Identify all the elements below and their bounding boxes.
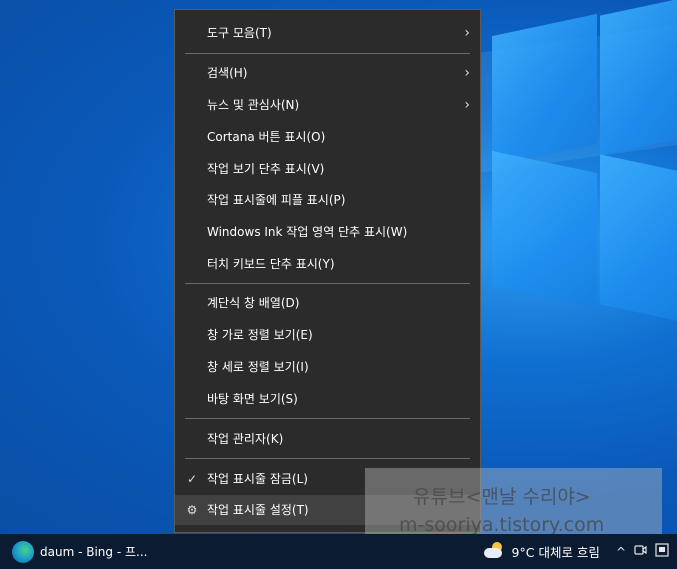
weather-cloud-icon[interactable] bbox=[483, 541, 504, 559]
weather-text[interactable]: 9°C 대체로 흐림 bbox=[512, 542, 600, 561]
taskbar-context-menu: 도구 모음(T) › 검색(H) › 뉴스 및 관심사(N) › Cortana… bbox=[174, 9, 481, 533]
chevron-right-icon: › bbox=[464, 25, 470, 41]
menu-item-touch-keyboard-label: 터치 키보드 단추 표시(Y) bbox=[207, 257, 335, 271]
menu-item-search-label: 검색(H) bbox=[207, 66, 248, 80]
watermark-url: m-sooriya.tistory.com bbox=[399, 514, 605, 536]
menu-item-task-view[interactable]: 작업 보기 단추 표시(V) bbox=[175, 154, 480, 184]
menu-item-cascade-label: 계단식 창 배열(D) bbox=[207, 296, 300, 310]
logo-pane-top-right bbox=[600, 0, 677, 156]
menu-item-task-manager[interactable]: 작업 관리자(K) bbox=[175, 424, 480, 454]
menu-item-task-view-label: 작업 보기 단추 표시(V) bbox=[207, 162, 325, 176]
gear-icon: ⚙ bbox=[186, 503, 198, 517]
menu-separator bbox=[185, 418, 470, 419]
menu-item-windows-ink-label: Windows Ink 작업 영역 단추 표시(W) bbox=[207, 225, 408, 239]
chevron-right-icon: › bbox=[464, 65, 470, 81]
check-icon: ✓ bbox=[186, 472, 198, 486]
menu-item-side-by-side[interactable]: 창 세로 정렬 보기(I) bbox=[175, 352, 480, 382]
menu-item-news-label: 뉴스 및 관심사(N) bbox=[207, 98, 300, 112]
menu-item-people-label: 작업 표시줄에 피플 표시(P) bbox=[207, 193, 346, 207]
menu-separator bbox=[185, 283, 470, 284]
menu-item-cascade[interactable]: 계단식 창 배열(D) bbox=[175, 288, 480, 318]
menu-separator bbox=[185, 53, 470, 54]
menu-item-search[interactable]: 검색(H) › bbox=[175, 58, 480, 88]
menu-item-people[interactable]: 작업 표시줄에 피플 표시(P) bbox=[175, 185, 480, 215]
notification-icon[interactable] bbox=[655, 543, 669, 560]
logo-pane-bottom-left bbox=[492, 150, 597, 309]
meet-now-icon[interactable] bbox=[634, 544, 647, 559]
watermark-title: 유튜브<맨날 수리야> bbox=[413, 486, 591, 508]
system-tray: 9°C 대체로 흐림 ^ bbox=[483, 534, 677, 569]
menu-item-news[interactable]: 뉴스 및 관심사(N) › bbox=[175, 90, 480, 120]
logo-pane-top-left bbox=[492, 13, 597, 167]
menu-separator bbox=[185, 458, 470, 459]
menu-item-task-manager-label: 작업 관리자(K) bbox=[207, 432, 284, 446]
menu-item-stack-label: 창 가로 정렬 보기(E) bbox=[207, 328, 313, 342]
chevron-right-icon: › bbox=[464, 97, 470, 113]
edge-browser-icon bbox=[12, 540, 34, 563]
menu-item-touch-keyboard[interactable]: 터치 키보드 단추 표시(Y) bbox=[175, 249, 480, 279]
menu-item-taskbar-settings-label: 작업 표시줄 설정(T) bbox=[207, 503, 309, 517]
menu-item-windows-ink[interactable]: Windows Ink 작업 영역 단추 표시(W) bbox=[175, 217, 480, 247]
menu-item-show-desktop[interactable]: 바탕 화면 보기(S) bbox=[175, 384, 480, 414]
menu-item-lock-taskbar-label: 작업 표시줄 잠금(L) bbox=[207, 472, 308, 486]
chevron-up-icon[interactable]: ^ bbox=[616, 545, 626, 559]
menu-item-side-by-side-label: 창 세로 정렬 보기(I) bbox=[207, 360, 309, 374]
menu-item-toolbars-label: 도구 모음(T) bbox=[207, 26, 272, 40]
menu-item-stack[interactable]: 창 가로 정렬 보기(E) bbox=[175, 320, 480, 350]
taskbar-app-edge[interactable]: daum - Bing - 프... bbox=[6, 534, 147, 569]
menu-item-cortana[interactable]: Cortana 버튼 표시(O) bbox=[175, 122, 480, 152]
menu-item-cortana-label: Cortana 버튼 표시(O) bbox=[207, 130, 326, 144]
menu-item-toolbars[interactable]: 도구 모음(T) › bbox=[175, 18, 480, 48]
taskbar-app-label: daum - Bing - 프... bbox=[40, 545, 148, 559]
menu-item-show-desktop-label: 바탕 화면 보기(S) bbox=[207, 392, 298, 406]
taskbar: daum - Bing - 프... 9°C 대체로 흐림 ^ bbox=[0, 534, 677, 569]
logo-pane-bottom-right bbox=[600, 154, 677, 326]
